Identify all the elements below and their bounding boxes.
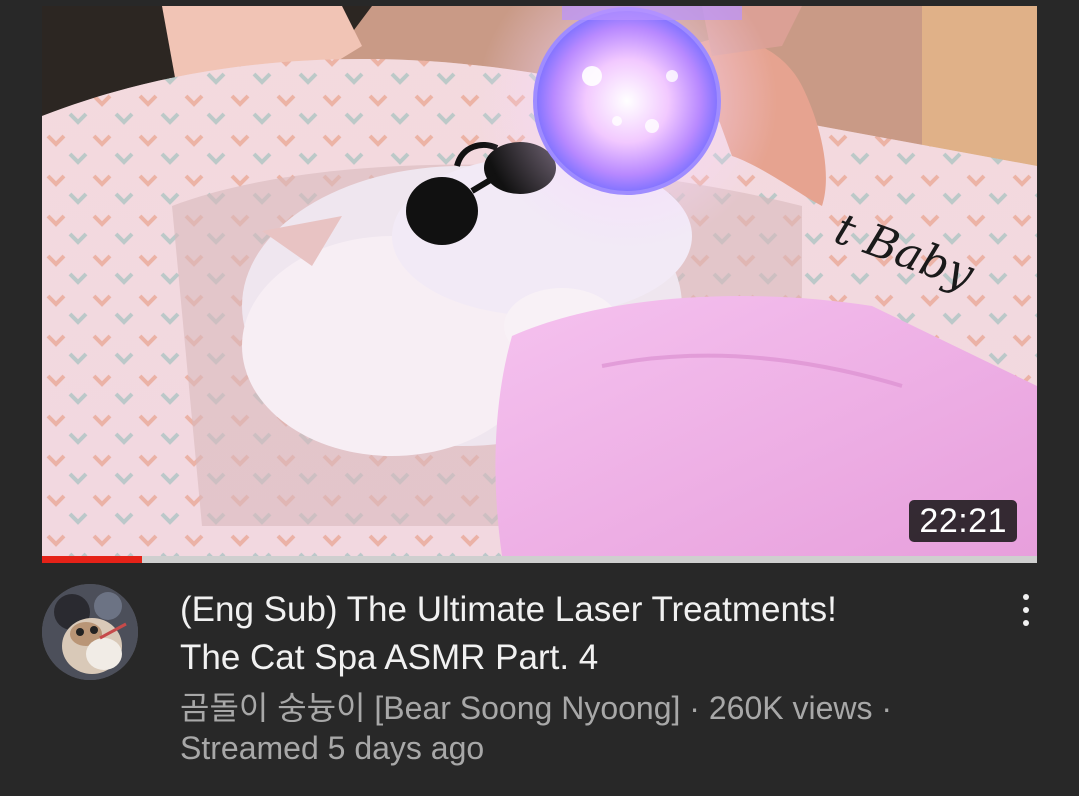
kebab-dot: [1023, 620, 1029, 626]
duration-badge: 22:21: [909, 500, 1017, 542]
channel-avatar[interactable]: [42, 584, 138, 680]
separator-dot: ·: [689, 690, 700, 726]
video-metadata: (Eng Sub) The Ultimate Laser Treatments!…: [42, 582, 1062, 782]
watch-progress-bar: [42, 556, 1037, 563]
video-title-line-1: (Eng Sub) The Ultimate Laser Treatments!: [180, 590, 837, 629]
view-count: 260K views: [708, 690, 873, 726]
video-card[interactable]: t Baby 22:21 (Eng Sub) The Ultimate Lase…: [0, 0, 1079, 796]
channel-avatar-image: [42, 584, 138, 680]
video-thumbnail[interactable]: t Baby 22:21: [42, 6, 1037, 556]
more-options-icon[interactable]: [1010, 588, 1042, 632]
channel-name[interactable]: 곰돌이 숭늉이 [Bear Soong Nyoong]: [180, 690, 680, 726]
watch-progress-fill: [42, 556, 142, 563]
video-title[interactable]: (Eng Sub) The Ultimate Laser Treatments!…: [180, 586, 970, 682]
video-subtitle: 곰돌이 숭늉이 [Bear Soong Nyoong] · 260K views…: [180, 688, 970, 768]
thumbnail-image: t Baby: [42, 6, 1037, 556]
kebab-dot: [1023, 594, 1029, 600]
video-title-line-2: The Cat Spa ASMR Part. 4: [180, 638, 599, 677]
stream-date: Streamed 5 days ago: [180, 730, 485, 766]
separator-dot: ·: [881, 690, 893, 726]
kebab-dot: [1023, 607, 1029, 613]
